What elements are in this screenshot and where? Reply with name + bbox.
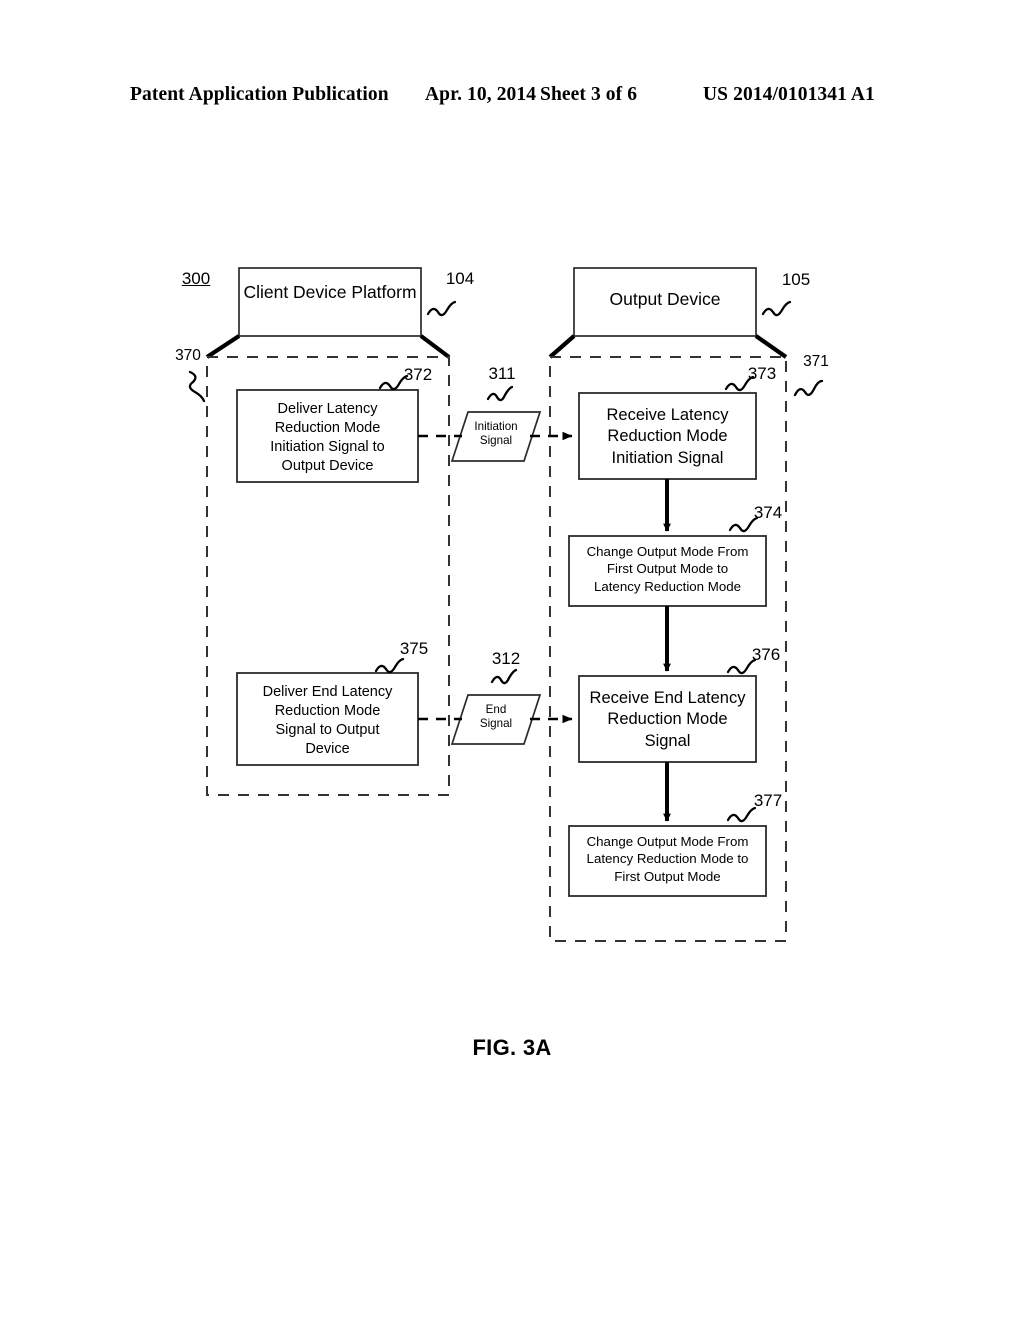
signal-shape-311 xyxy=(450,411,542,462)
client-lane-flare-left xyxy=(205,334,241,359)
process-box-375 xyxy=(236,672,419,766)
process-box-374 xyxy=(568,535,767,607)
process-box-372 xyxy=(236,389,419,483)
client-lane-flare-right xyxy=(419,334,451,359)
flowchart-vector-layer xyxy=(188,267,824,942)
figure-caption: FIG. 3A xyxy=(472,1035,552,1060)
signal-shape-312 xyxy=(450,694,542,745)
leader-372 xyxy=(378,374,409,391)
output-lane-flare-left xyxy=(548,334,576,359)
leader-104 xyxy=(426,300,457,317)
leader-312 xyxy=(490,668,518,685)
output-device-header-box xyxy=(573,267,757,337)
leader-374 xyxy=(728,516,759,533)
process-box-376 xyxy=(578,675,757,763)
figure-3a-drawing: Client Device Platform Output Device Del… xyxy=(0,0,1024,1320)
leader-105 xyxy=(761,300,792,317)
leader-371 xyxy=(793,379,824,397)
leader-375 xyxy=(374,657,405,674)
process-box-373 xyxy=(578,392,757,480)
process-box-377 xyxy=(568,825,767,897)
leader-370 xyxy=(188,370,206,403)
leader-373 xyxy=(724,375,755,392)
leader-377 xyxy=(726,806,757,823)
leader-376 xyxy=(726,658,757,675)
leader-311 xyxy=(486,385,514,402)
client-device-platform-header-box xyxy=(238,267,422,337)
output-lane-flare-right xyxy=(754,334,788,359)
